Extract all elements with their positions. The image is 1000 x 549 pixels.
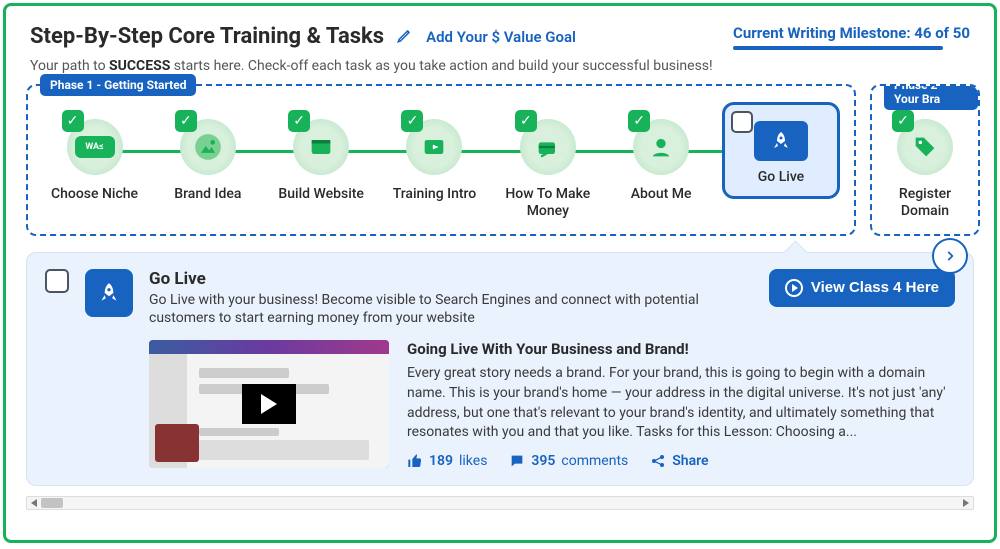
page-title: Step-By-Step Core Training & Tasks <box>30 24 384 49</box>
thumbs-up-icon <box>407 453 423 469</box>
step-how-to-make-money[interactable]: ✓ How To Make Money <box>495 116 600 220</box>
lesson-description: Go Live with your business! Become visib… <box>149 291 753 329</box>
share-button[interactable]: Share <box>650 453 708 469</box>
step-choose-niche[interactable]: ✓ WA≤ Choose Niche <box>42 116 147 203</box>
step-go-live[interactable]: Go Live <box>722 102 840 199</box>
view-class-label: View Class 4 Here <box>811 279 939 296</box>
training-panel: Step-By-Step Core Training & Tasks Add Y… <box>3 3 997 543</box>
subtitle-bold: SUCCESS <box>109 58 170 74</box>
phases-row: Phase 1 - Getting Started ✓ WA≤ Choose N… <box>6 84 994 236</box>
step-brand-idea[interactable]: ✓ Brand Idea <box>155 116 260 203</box>
step-label: Register Domain <box>886 186 964 220</box>
share-label: Share <box>672 453 708 469</box>
comment-icon <box>509 453 525 469</box>
likes-label: likes <box>459 453 487 469</box>
header: Step-By-Step Core Training & Tasks Add Y… <box>6 6 994 58</box>
comments-count: 395 <box>531 453 555 469</box>
phase-1: Phase 1 - Getting Started ✓ WA≤ Choose N… <box>26 84 856 236</box>
check-icon: ✓ <box>175 110 197 132</box>
check-icon: ✓ <box>401 110 423 132</box>
article-title: Going Live With Your Business and Brand! <box>407 340 955 358</box>
scrollbar-thumb[interactable] <box>41 498 63 508</box>
checkbox-empty[interactable] <box>731 111 753 133</box>
phase-1-steps: ✓ WA≤ Choose Niche ✓ Brand Idea <box>42 108 840 220</box>
check-icon: ✓ <box>288 110 310 132</box>
check-icon: ✓ <box>515 110 537 132</box>
milestone-progress-bar <box>733 46 943 50</box>
step-label: Go Live <box>758 169 804 186</box>
step-label: About Me <box>631 186 692 203</box>
likes-button[interactable]: 189 likes <box>407 453 487 469</box>
subtitle-post: starts here. Check-off each task as you … <box>170 58 712 74</box>
comments-button[interactable]: 395 comments <box>509 453 628 469</box>
phase-2-label: Phase 2 - Your Bra <box>884 84 978 110</box>
add-value-goal-link[interactable]: Add Your $ Value Goal <box>426 28 576 46</box>
rocket-icon <box>85 269 133 317</box>
step-label: Brand Idea <box>174 186 241 203</box>
step-training-intro[interactable]: ✓ Training Intro <box>382 116 487 203</box>
social-row: 189 likes 395 comments Share <box>407 453 955 469</box>
comments-label: comments <box>561 453 628 469</box>
check-icon: ✓ <box>628 110 650 132</box>
lesson-card: Go Live Go Live with your business! Beco… <box>26 252 974 486</box>
step-label: Training Intro <box>393 186 477 203</box>
phase-2: Phase 2 - Your Bra ✓ Register Domain <box>870 84 980 236</box>
subtitle-pre: Your path to <box>30 58 109 74</box>
milestone: Current Writing Milestone: 46 of 50 <box>733 24 970 50</box>
horizontal-scrollbar[interactable] <box>26 496 974 510</box>
share-icon <box>650 453 666 469</box>
play-icon <box>242 384 296 424</box>
likes-count: 189 <box>429 453 453 469</box>
check-icon: ✓ <box>62 110 84 132</box>
scroll-right-button[interactable] <box>932 238 968 274</box>
lesson-title: Go Live <box>149 269 753 289</box>
video-thumbnail[interactable] <box>149 340 389 468</box>
check-icon: ✓ <box>892 110 914 132</box>
step-about-me[interactable]: ✓ About Me <box>609 116 714 203</box>
rocket-icon <box>754 121 808 161</box>
step-label: Choose Niche <box>51 186 138 203</box>
step-register-domain[interactable]: ✓ Register Domain <box>886 116 964 220</box>
play-circle-icon <box>785 279 803 297</box>
view-class-button[interactable]: View Class 4 Here <box>769 269 955 307</box>
step-label: How To Make Money <box>495 186 600 220</box>
article-text: Every great story needs a brand. For you… <box>407 364 955 442</box>
step-label: Build Website <box>278 186 364 203</box>
phase-1-label: Phase 1 - Getting Started <box>40 74 196 96</box>
step-build-website[interactable]: ✓ Build Website <box>269 116 374 203</box>
milestone-text: Current Writing Milestone: 46 of 50 <box>733 24 970 42</box>
pencil-icon[interactable] <box>396 26 414 48</box>
lesson-checkbox[interactable] <box>45 269 69 293</box>
